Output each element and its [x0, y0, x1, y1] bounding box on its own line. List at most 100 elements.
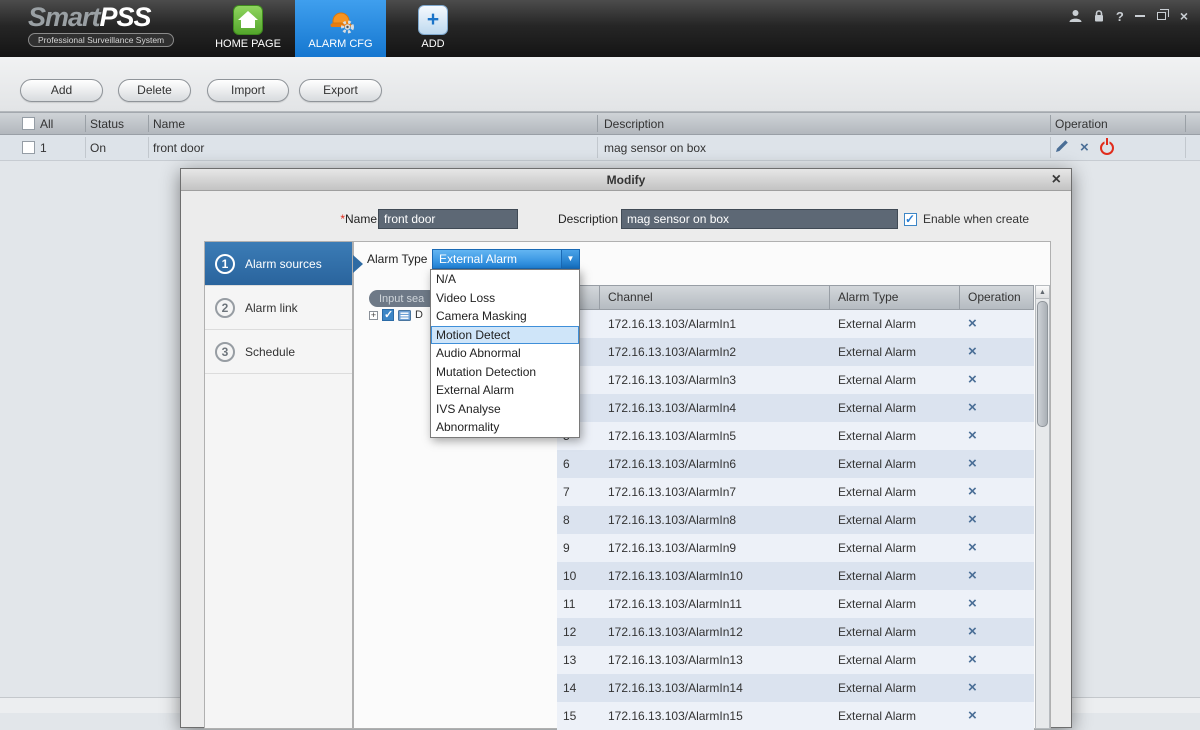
remove-channel-icon[interactable]: × — [968, 427, 977, 444]
header-status: Status — [90, 113, 124, 134]
channel-row-operation: × — [959, 394, 1034, 422]
name-label: *Name — [301, 209, 377, 229]
select-all-checkbox[interactable] — [22, 113, 35, 134]
enable-checkbox[interactable] — [904, 213, 917, 226]
app-logo: SmartPSS Professional Surveillance Syste… — [28, 2, 174, 47]
delete-button[interactable]: Delete — [118, 79, 191, 102]
alarm-type-option[interactable]: Mutation Detection — [431, 363, 579, 382]
user-icon[interactable] — [1069, 8, 1082, 24]
header-operation: Operation — [1055, 113, 1108, 134]
alarm-type-dropdown[interactable]: External Alarm ▼ — [432, 249, 580, 269]
window-controls: ? × — [1069, 8, 1188, 24]
add-button[interactable]: Add — [20, 79, 103, 102]
home-icon — [233, 5, 263, 35]
remove-channel-icon[interactable]: × — [968, 595, 977, 612]
help-icon[interactable]: ? — [1116, 8, 1124, 24]
channel-row: 3172.16.13.103/AlarmIn3External Alarm× — [557, 366, 1034, 394]
row-status: On — [90, 135, 106, 160]
alarm-type-option[interactable]: Motion Detect — [431, 326, 579, 345]
scrollbar-thumb[interactable] — [1037, 301, 1048, 427]
channel-row-channel: 172.16.13.103/AlarmIn10 — [599, 562, 829, 590]
alarm-type-option[interactable]: Video Loss — [431, 289, 579, 308]
channel-row-type: External Alarm — [829, 646, 959, 674]
dialog-close-icon[interactable]: × — [1052, 169, 1061, 191]
channel-row-num: 14 — [557, 674, 599, 702]
channel-row-type: External Alarm — [829, 506, 959, 534]
remove-channel-icon[interactable]: × — [968, 567, 977, 584]
channel-row-operation: × — [959, 702, 1034, 730]
channel-row-num: 15 — [557, 702, 599, 730]
channel-row-type: External Alarm — [829, 590, 959, 618]
step-alarm-sources[interactable]: 1 Alarm sources — [205, 242, 352, 286]
remove-channel-icon[interactable]: × — [968, 371, 977, 388]
channel-row-operation: × — [959, 562, 1034, 590]
import-button[interactable]: Import — [207, 79, 289, 102]
alarm-type-option[interactable]: External Alarm — [431, 381, 579, 400]
alarm-cfg-icon — [326, 5, 356, 35]
device-icon — [398, 310, 411, 321]
device-checkbox[interactable] — [382, 309, 394, 321]
alarm-type-option[interactable]: N/A — [431, 270, 579, 289]
edit-icon[interactable] — [1055, 139, 1069, 156]
alarm-type-option[interactable]: Audio Abnormal — [431, 344, 579, 363]
step-label: Alarm sources — [245, 257, 322, 271]
channel-header-type: Alarm Type — [830, 286, 960, 309]
channel-row: 13172.16.13.103/AlarmIn13External Alarm× — [557, 646, 1034, 674]
remove-channel-icon[interactable]: × — [968, 399, 977, 416]
channel-row: 14172.16.13.103/AlarmIn14External Alarm× — [557, 674, 1034, 702]
tree-expand-icon[interactable]: + — [369, 311, 378, 320]
description-field[interactable] — [621, 209, 898, 229]
remove-channel-icon[interactable]: × — [968, 539, 977, 556]
channel-row-type: External Alarm — [829, 478, 959, 506]
channel-table: Channel Alarm Type Operation 1172.16.13.… — [557, 285, 1034, 730]
name-field[interactable] — [378, 209, 518, 229]
restore-icon[interactable] — [1157, 8, 1169, 24]
power-toggle-icon[interactable] — [1100, 141, 1114, 155]
scroll-up-icon[interactable]: ▲ — [1036, 286, 1049, 299]
alarm-type-option[interactable]: Camera Masking — [431, 307, 579, 326]
remove-channel-icon[interactable]: × — [968, 315, 977, 332]
title-bar: SmartPSS Professional Surveillance Syste… — [0, 0, 1200, 57]
channel-row-operation: × — [959, 618, 1034, 646]
row-name: front door — [153, 135, 204, 160]
minimize-icon[interactable] — [1135, 8, 1146, 24]
remove-channel-icon[interactable]: × — [968, 623, 977, 640]
channel-row-type: External Alarm — [829, 394, 959, 422]
channel-row: 8172.16.13.103/AlarmIn8External Alarm× — [557, 506, 1034, 534]
remove-channel-icon[interactable]: × — [968, 455, 977, 472]
close-window-icon[interactable]: × — [1180, 8, 1188, 24]
tab-add[interactable]: + ADD — [398, 0, 468, 57]
remove-channel-icon[interactable]: × — [968, 483, 977, 500]
remove-channel-icon[interactable]: × — [968, 511, 977, 528]
export-button[interactable]: Export — [299, 79, 382, 102]
modify-dialog: Modify × *Name Description Enable when c… — [180, 168, 1072, 728]
tab-alarm-cfg[interactable]: ALARM CFG — [295, 0, 386, 57]
delete-row-icon[interactable]: × — [1080, 140, 1089, 155]
row-checkbox[interactable] — [22, 135, 35, 160]
tab-home-page[interactable]: HOME PAGE — [203, 0, 293, 57]
channel-row-type: External Alarm — [829, 338, 959, 366]
add-tab-icon: + — [418, 5, 448, 35]
remove-channel-icon[interactable]: × — [968, 651, 977, 668]
channel-row: 6172.16.13.103/AlarmIn6External Alarm× — [557, 450, 1034, 478]
channel-table-scrollbar[interactable]: ▲ — [1035, 285, 1050, 729]
chevron-down-icon[interactable]: ▼ — [561, 250, 579, 268]
alarm-type-dropdown-list: N/AVideo LossCamera MaskingMotion Detect… — [430, 269, 580, 438]
remove-channel-icon[interactable]: × — [968, 679, 977, 696]
description-label: Description — [547, 209, 618, 229]
device-tree-item[interactable]: + D — [369, 308, 423, 322]
tab-label: ADD — [398, 38, 468, 50]
channel-table-header: Channel Alarm Type Operation — [557, 285, 1034, 310]
channel-row-num: 10 — [557, 562, 599, 590]
step-label: Alarm link — [245, 301, 298, 315]
remove-channel-icon[interactable]: × — [968, 707, 977, 724]
alarm-type-option[interactable]: IVS Analyse — [431, 400, 579, 419]
channel-header-operation: Operation — [960, 286, 1033, 309]
step-alarm-link[interactable]: 2 Alarm link — [205, 286, 352, 330]
remove-channel-icon[interactable]: × — [968, 343, 977, 360]
lock-icon[interactable] — [1093, 8, 1105, 24]
step-schedule[interactable]: 3 Schedule — [205, 330, 352, 374]
row-description: mag sensor on box — [604, 135, 706, 160]
channel-row-operation: × — [959, 506, 1034, 534]
alarm-type-option[interactable]: Abnormality — [431, 418, 579, 437]
